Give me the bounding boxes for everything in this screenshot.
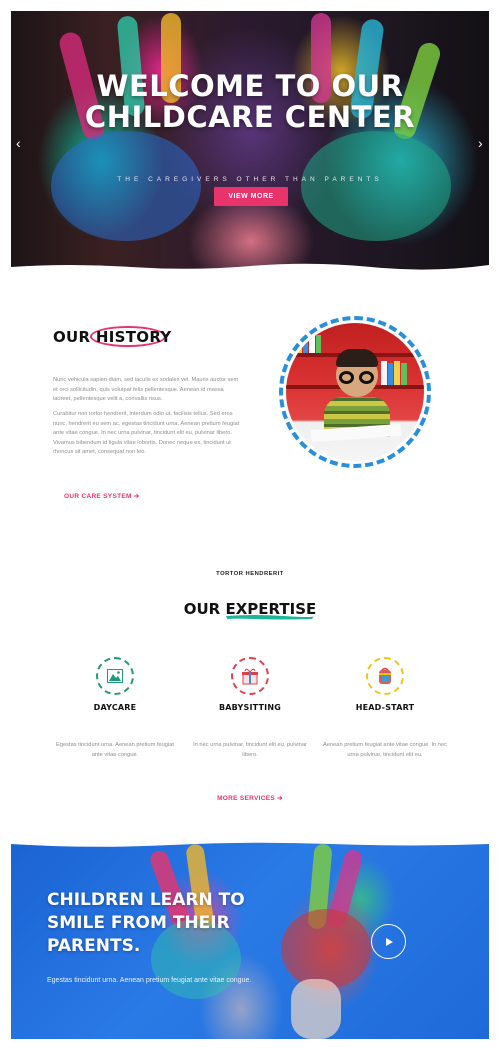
gift-icon (242, 668, 258, 685)
arm (291, 979, 341, 1039)
hero-slider: WELCOME TO OUR CHILDCARE CENTER THE CARE… (11, 11, 489, 270)
more-services-link[interactable]: MORE SERVICES ➔ (0, 794, 500, 802)
babysitting-icon-ring (231, 657, 269, 695)
paint-hand-palm (51, 131, 201, 241)
history-title-highlight: HISTORY (95, 328, 172, 346)
daycare-icon-ring (96, 657, 134, 695)
mountain-icon (107, 669, 123, 683)
service-description-daycare: Egestas tincidunt urna. Aenean pretium f… (56, 742, 174, 758)
head-start-icon-ring (366, 657, 404, 695)
history-photo-frame (279, 316, 431, 468)
history-paragraph-1: Nunc vehicula sapien diam, sed iaculis e… (53, 377, 239, 402)
service-title-daycare: DAYCARE (93, 703, 137, 712)
history-title: OUR HISTORY (53, 328, 172, 346)
history-title-prefix: OUR (53, 328, 91, 346)
service-title-head-start: HEAD-START (355, 703, 415, 712)
play-video-button[interactable] (371, 924, 406, 959)
cta-text: Egestas tincidunt urna. Aenean pretium f… (47, 977, 252, 984)
play-icon (385, 937, 393, 946)
cta-top-wave (11, 839, 489, 847)
hero-title: WELCOME TO OUR CHILDCARE CENTER (84, 69, 416, 134)
expertise-eyebrow: TORTOR HENDRERIT (216, 571, 284, 577)
prev-slide-arrow-icon[interactable]: ‹ (16, 135, 21, 151)
view-more-button[interactable]: VIEW MORE (214, 187, 288, 206)
service-title-babysitting: BABYSITTING (218, 703, 282, 712)
our-care-system-link[interactable]: OUR CARE SYSTEM ➔ (64, 492, 140, 500)
hero-subtitle: THE CAREGIVERS OTHER THAN PARENTS (117, 176, 383, 183)
backpack-icon (379, 667, 391, 684)
next-slide-arrow-icon[interactable]: › (478, 135, 483, 151)
child-reading-photo (286, 323, 424, 461)
cta-banner: CHILDREN LEARN TO SMILE FROM THEIR PAREN… (11, 839, 489, 1039)
service-description-babysitting: In nec urna pulvinar, tincidunt elit eu,… (193, 742, 307, 758)
expertise-title: OUR EXPERTISE (183, 600, 317, 618)
glasses-icon (339, 371, 354, 384)
paint-hand-palm (301, 131, 451, 241)
cta-title: CHILDREN LEARN TO SMILE FROM THEIR PAREN… (47, 890, 245, 956)
hero-bottom-wave (11, 263, 489, 270)
service-description-head-start: Aenean pretium feugiat ante vitae congue… (323, 742, 447, 758)
history-paragraph-2: Curabitur non tortor hendrerit, interdum… (53, 411, 240, 455)
